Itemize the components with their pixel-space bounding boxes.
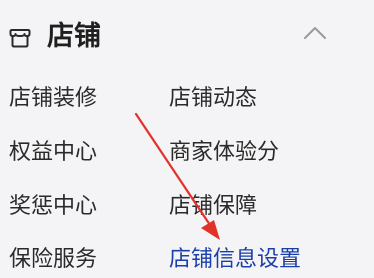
menu-item-merchant-experience-score[interactable]: 商家体验分 xyxy=(169,138,279,168)
store-section-panel: 店铺 店铺装修 权益中心 奖惩中心 保险服务 店铺动态 商家体验分 店铺保障 店… xyxy=(0,0,374,278)
menu-item-store-decoration[interactable]: 店铺装修 xyxy=(9,84,97,114)
menu-item-store-updates[interactable]: 店铺动态 xyxy=(169,84,257,114)
section-header[interactable]: 店铺 xyxy=(0,14,374,62)
menu-item-store-info-settings[interactable]: 店铺信息设置 xyxy=(169,245,301,275)
section-title: 店铺 xyxy=(47,21,101,52)
chevron-up-icon[interactable] xyxy=(300,20,330,46)
menu-item-rewards-penalties-center[interactable]: 奖惩中心 xyxy=(9,192,97,222)
store-icon xyxy=(9,29,31,48)
menu-item-insurance-service[interactable]: 保险服务 xyxy=(9,245,97,275)
menu-item-store-protection[interactable]: 店铺保障 xyxy=(169,192,257,222)
menu-item-benefits-center[interactable]: 权益中心 xyxy=(9,138,97,168)
